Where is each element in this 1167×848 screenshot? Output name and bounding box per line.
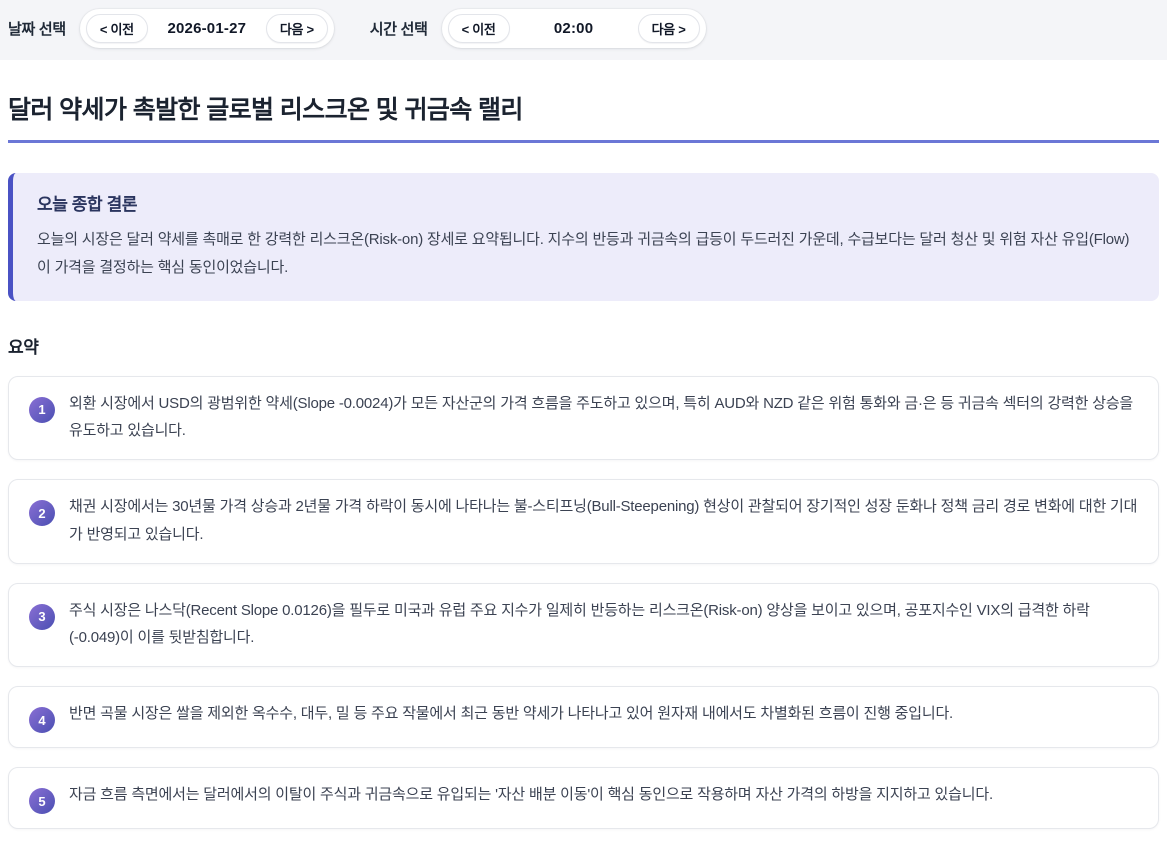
- conclusion-body: 오늘의 시장은 달러 약세를 촉매로 한 강력한 리스크온(Risk-on) 장…: [37, 231, 1130, 276]
- number-badge: 3: [29, 603, 55, 630]
- summary-item-3: 3 주식 시장은 나스닥(Recent Slope 0.0126)을 필두로 미…: [8, 582, 1159, 667]
- summary-item-text: 주식 시장은 나스닥(Recent Slope 0.0126)을 필두로 미국과…: [69, 601, 1090, 647]
- number-badge: 5: [29, 788, 55, 814]
- time-selector-pill: < 이전 02:00 다음 >: [441, 9, 706, 48]
- time-next-button[interactable]: 다음 >: [637, 14, 700, 43]
- summary-item-4: 4 반면 곡물 시장은 쌀을 제외한 옥수수, 대두, 밀 등 주요 작물에서 …: [8, 686, 1159, 748]
- summary-heading: 요약: [8, 337, 39, 357]
- title-section: 달러 약세가 촉발한 글로벌 리스크온 및 귀금속 랠리: [8, 60, 1159, 143]
- summary-item-text: 반면 곡물 시장은 쌀을 제외한 옥수수, 대두, 밀 등 주요 작물에서 최근…: [69, 705, 954, 722]
- summary-item-2: 2 채권 시장에서는 30년물 가격 상승과 2년물 가격 하락이 동시에 나타…: [8, 479, 1159, 564]
- number-badge: 4: [29, 707, 55, 733]
- date-prev-button[interactable]: < 이전: [85, 14, 148, 43]
- number-badge: 2: [29, 500, 55, 526]
- date-time-toolbar: 날짜 선택 < 이전 2026-01-27 다음 > 시간 선택 < 이전 02…: [0, 0, 1167, 60]
- date-value: 2026-01-27: [167, 20, 247, 37]
- date-selector-pill: < 이전 2026-01-27 다음 >: [79, 9, 334, 48]
- summary-item-1: 1 외환 시장에서 USD의 광범위한 약세(Slope -0.0024)가 모…: [8, 375, 1159, 460]
- time-selector-label: 시간 선택: [369, 21, 428, 38]
- date-selector: 날짜 선택 < 이전 2026-01-27 다음 >: [8, 9, 334, 48]
- conclusion-heading: 오늘 종합 결론: [37, 195, 138, 214]
- summary-item-5: 5 자금 흐름 측면에서는 달러에서의 이탈이 주식과 귀금속으로 유입되는 '…: [8, 767, 1159, 829]
- time-prev-button[interactable]: < 이전: [447, 14, 510, 43]
- date-next-button[interactable]: 다음 >: [265, 14, 328, 43]
- time-value: 02:00: [553, 20, 594, 37]
- number-badge: 1: [29, 396, 55, 423]
- page-title: 달러 약세가 촉발한 글로벌 리스크온 및 귀금속 랠리: [8, 90, 1159, 143]
- summary-item-text: 자금 흐름 측면에서는 달러에서의 이탈이 주식과 귀금속으로 유입되는 '자산…: [69, 786, 993, 803]
- summary-item-text: 채권 시장에서는 30년물 가격 상승과 2년물 가격 하락이 동시에 나타나는…: [69, 498, 1138, 543]
- date-selector-label: 날짜 선택: [8, 21, 66, 38]
- summary-item-text: 외환 시장에서 USD의 광범위한 약세(Slope -0.0024)가 모든 …: [69, 394, 1134, 440]
- conclusion-callout: 오늘 종합 결론 오늘의 시장은 달러 약세를 촉매로 한 강력한 리스크온(R…: [8, 173, 1159, 301]
- time-selector: 시간 선택 < 이전 02:00 다음 >: [370, 9, 706, 48]
